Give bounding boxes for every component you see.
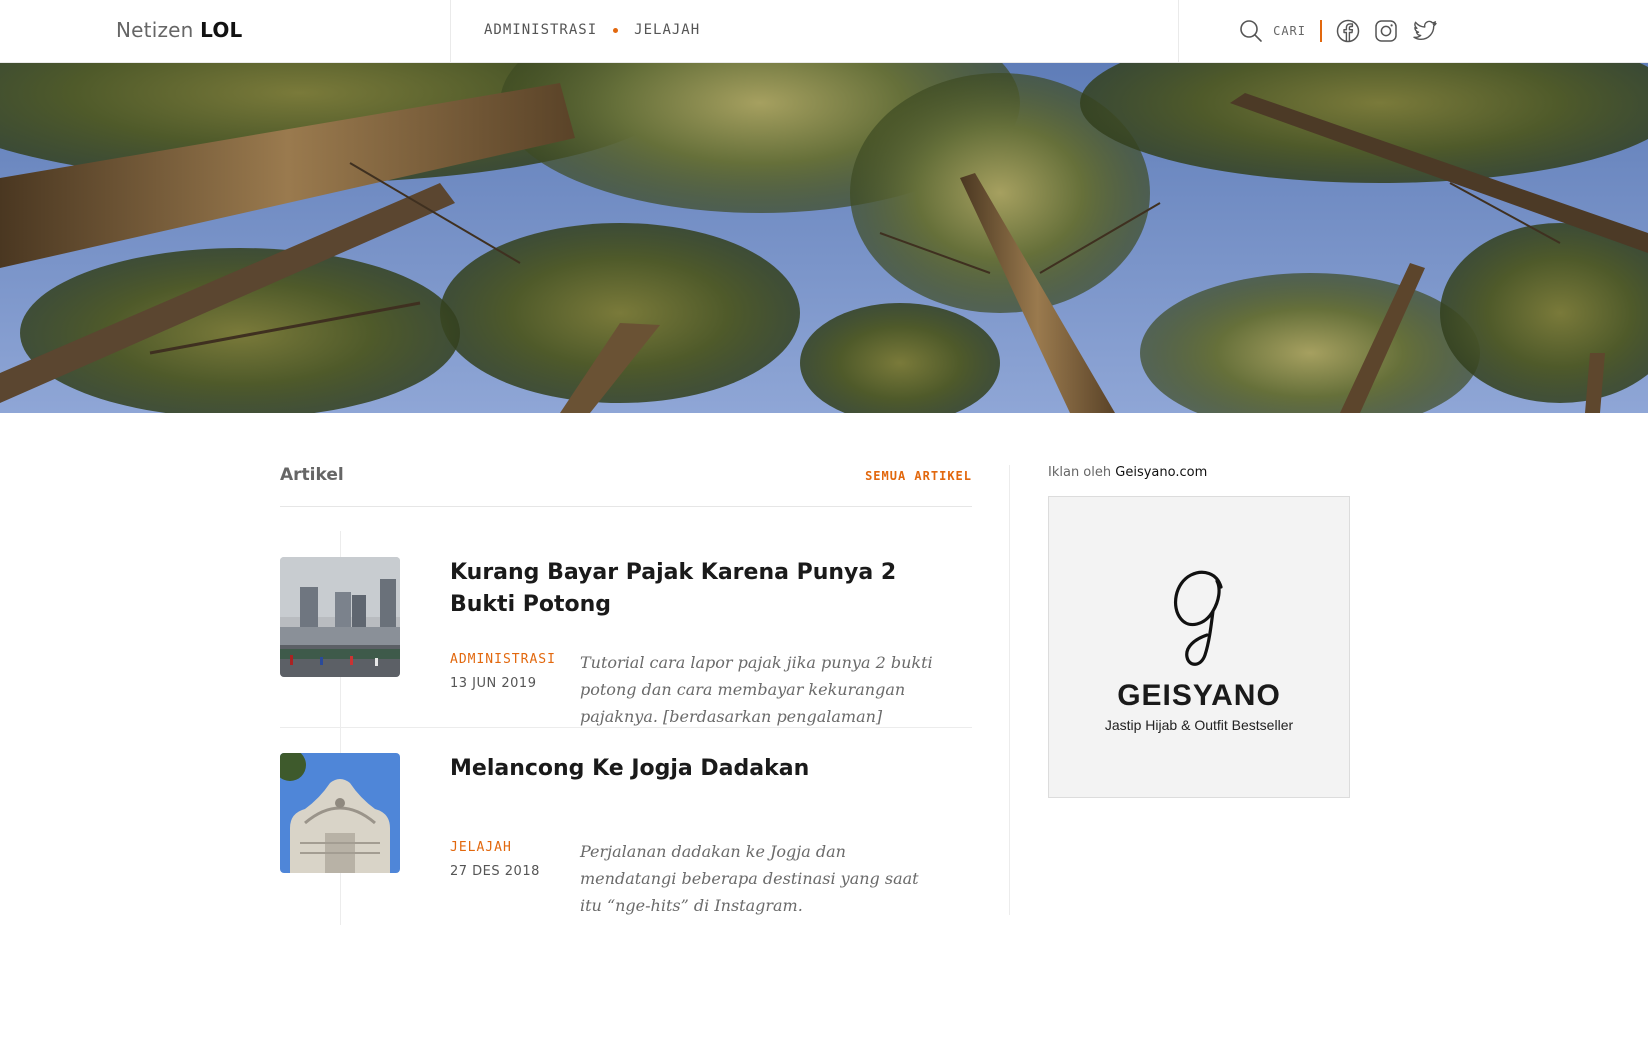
articles-title: Artikel bbox=[280, 465, 344, 485]
tools-separator bbox=[1320, 20, 1322, 42]
search-button[interactable]: CARI bbox=[1239, 19, 1306, 43]
ad-banner[interactable]: GEISYANO Jastip Hijab & Outfit Bestselle… bbox=[1048, 496, 1350, 798]
ad-label-prefix: Iklan oleh bbox=[1048, 465, 1112, 480]
site-header: Netizen LOL ADMINISTRASI JELAJAH CARI bbox=[0, 0, 1648, 63]
article-date: 27 DES 2018 bbox=[450, 864, 540, 879]
articles-header: Artikel SEMUA ARTIKEL bbox=[280, 465, 972, 507]
ad-tagline: Jastip Hijab & Outfit Bestseller bbox=[1104, 717, 1294, 733]
instagram-icon bbox=[1375, 20, 1397, 42]
main-nav: ADMINISTRASI JELAJAH bbox=[484, 22, 700, 38]
content-divider bbox=[1009, 465, 1010, 915]
city-skyline-image bbox=[280, 557, 400, 677]
article-thumbnail[interactable] bbox=[280, 753, 400, 873]
logo-light-text: Netizen bbox=[116, 18, 194, 42]
nav-item-jelajah[interactable]: JELAJAH bbox=[634, 22, 700, 38]
article-item: Kurang Bayar Pajak Karena Punya 2 Bukti … bbox=[280, 507, 972, 728]
header-divider-left bbox=[450, 0, 451, 63]
geisyano-logo-icon bbox=[1173, 570, 1223, 666]
nav-item-administrasi[interactable]: ADMINISTRASI bbox=[484, 22, 597, 38]
ad-brand-name: GEISYANO bbox=[1117, 679, 1281, 712]
facebook-icon bbox=[1336, 19, 1360, 43]
header-tools: CARI bbox=[1239, 18, 1438, 44]
hero-forest-illustration bbox=[0, 63, 1648, 413]
nav-separator-dot bbox=[613, 27, 619, 33]
facebook-link[interactable] bbox=[1336, 19, 1360, 43]
all-articles-link[interactable]: SEMUA ARTIKEL bbox=[865, 469, 972, 483]
ad-label: Iklan oleh Geisyano.com bbox=[1048, 465, 1350, 480]
instagram-link[interactable] bbox=[1374, 19, 1398, 43]
article-item: Melancong Ke Jogja Dadakan JELAJAH 27 DE… bbox=[280, 728, 972, 915]
article-date: 13 JUN 2019 bbox=[450, 676, 537, 691]
logo-bold-text: LOL bbox=[200, 18, 243, 42]
articles-section: Artikel SEMUA ARTIKEL Kurang Bayar Pajak bbox=[280, 465, 972, 925]
twitter-icon bbox=[1413, 20, 1437, 41]
article-category[interactable]: ADMINISTRASI bbox=[450, 652, 556, 667]
temple-gate-image bbox=[280, 753, 400, 873]
article-title[interactable]: Kurang Bayar Pajak Karena Punya 2 Bukti … bbox=[450, 557, 950, 621]
search-label: CARI bbox=[1273, 24, 1306, 38]
article-excerpt: Perjalanan dadakan ke Jogja dan mendatan… bbox=[580, 842, 919, 915]
article-excerpt: Tutorial cara lapor pajak jika punya 2 b… bbox=[580, 653, 933, 726]
article-title[interactable]: Melancong Ke Jogja Dadakan bbox=[450, 753, 950, 785]
ad-sponsor-link[interactable]: Geisyano.com bbox=[1115, 465, 1207, 480]
header-divider-right bbox=[1178, 0, 1179, 63]
sidebar: Iklan oleh Geisyano.com GEISYANO Jastip … bbox=[1048, 465, 1350, 798]
twitter-link[interactable] bbox=[1412, 19, 1438, 43]
article-category[interactable]: JELAJAH bbox=[450, 840, 512, 855]
article-thumbnail[interactable] bbox=[280, 557, 400, 677]
search-icon bbox=[1240, 20, 1262, 42]
site-logo[interactable]: Netizen LOL bbox=[116, 18, 243, 42]
hero-image bbox=[0, 63, 1648, 413]
